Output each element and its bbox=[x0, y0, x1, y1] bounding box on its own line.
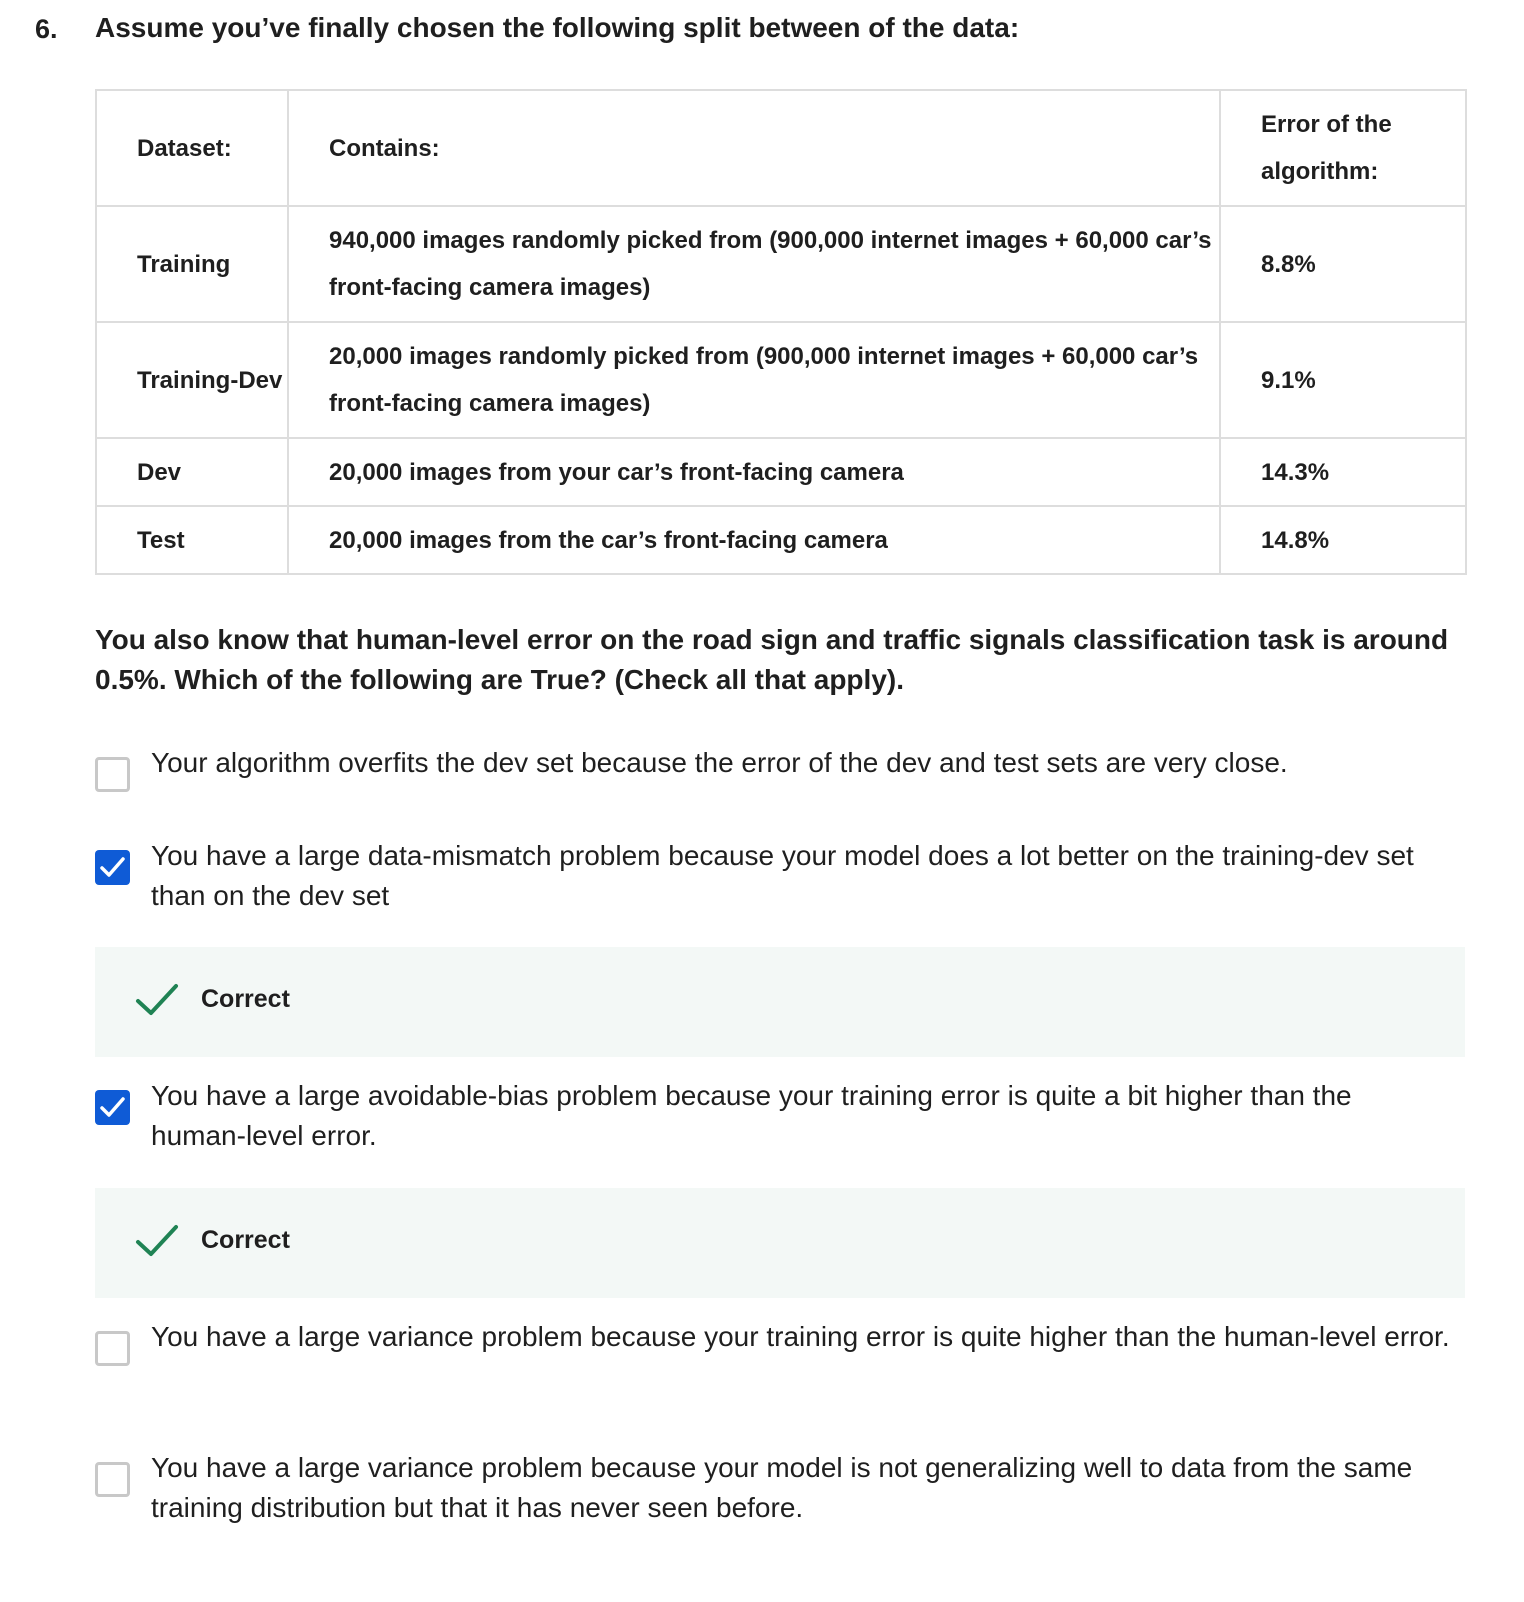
feedback-label: Correct bbox=[201, 1226, 290, 1254]
checkmark-icon bbox=[100, 1097, 125, 1117]
cell-contains: 20,000 images from your car’s front-faci… bbox=[287, 437, 1221, 507]
correct-check-icon bbox=[136, 984, 178, 1015]
table-row: Test 20,000 images from the car’s front-… bbox=[95, 505, 1467, 575]
cell-dataset: Test bbox=[95, 505, 289, 575]
option-text: You have a large variance problem becaus… bbox=[151, 1452, 1413, 1523]
header-contains: Contains: bbox=[287, 89, 1221, 207]
answer-option[interactable]: Your algorithm overfits the dev set beca… bbox=[95, 747, 1465, 797]
feedback-label: Correct bbox=[201, 985, 290, 1013]
cell-dataset: Training-Dev bbox=[95, 321, 289, 439]
answer-option[interactable]: You have a large variance problem becaus… bbox=[95, 1321, 1465, 1411]
question-prompt: You also know that human-level error on … bbox=[95, 624, 1449, 695]
correct-check-icon bbox=[136, 1225, 178, 1256]
checkbox-unchecked[interactable] bbox=[95, 757, 130, 792]
quiz-question: 6. Assume you’ve finally chosen the foll… bbox=[0, 0, 1524, 1602]
table-row: Training 940,000 images randomly picked … bbox=[95, 205, 1467, 323]
option-text: You have a large avoidable-bias problem … bbox=[151, 1080, 1352, 1151]
checkbox-checked[interactable] bbox=[95, 1090, 130, 1125]
checkmark-icon bbox=[100, 857, 125, 877]
data-split-table: Dataset: Contains: Error of the algorith… bbox=[95, 89, 1467, 575]
header-dataset: Dataset: bbox=[95, 89, 289, 207]
cell-contains: 20,000 images randomly picked from (900,… bbox=[287, 321, 1221, 439]
cell-error: 8.8% bbox=[1219, 205, 1467, 323]
table-row: Training-Dev 20,000 images randomly pick… bbox=[95, 321, 1467, 439]
cell-contains: 20,000 images from the car’s front-facin… bbox=[287, 505, 1221, 575]
cell-dataset: Training bbox=[95, 205, 289, 323]
option-text: You have a large data-mismatch problem b… bbox=[151, 840, 1414, 911]
checkbox-unchecked[interactable] bbox=[95, 1462, 130, 1497]
feedback-correct: Correct bbox=[95, 947, 1465, 1057]
table-row: Dev 20,000 images from your car’s front-… bbox=[95, 437, 1467, 507]
answer-option[interactable]: You have a large avoidable-bias problem … bbox=[95, 1080, 1465, 1170]
cell-error: 14.3% bbox=[1219, 437, 1467, 507]
cell-contains: 940,000 images randomly picked from (900… bbox=[287, 205, 1221, 323]
header-error: Error of the algorithm: bbox=[1219, 89, 1467, 207]
question-number: 6. bbox=[35, 14, 58, 44]
option-text: Your algorithm overfits the dev set beca… bbox=[151, 747, 1288, 778]
answer-option[interactable]: You have a large data-mismatch problem b… bbox=[95, 840, 1465, 930]
checkbox-unchecked[interactable] bbox=[95, 1331, 130, 1366]
table-header-row: Dataset: Contains: Error of the algorith… bbox=[95, 89, 1467, 207]
cell-error: 9.1% bbox=[1219, 321, 1467, 439]
checkbox-checked[interactable] bbox=[95, 850, 130, 885]
option-text: You have a large variance problem becaus… bbox=[151, 1321, 1450, 1352]
feedback-correct: Correct bbox=[95, 1188, 1465, 1298]
cell-dataset: Dev bbox=[95, 437, 289, 507]
cell-error: 14.8% bbox=[1219, 505, 1467, 575]
question-title: Assume you’ve finally chosen the followi… bbox=[95, 12, 1020, 43]
answer-option[interactable]: You have a large variance problem becaus… bbox=[95, 1452, 1465, 1542]
